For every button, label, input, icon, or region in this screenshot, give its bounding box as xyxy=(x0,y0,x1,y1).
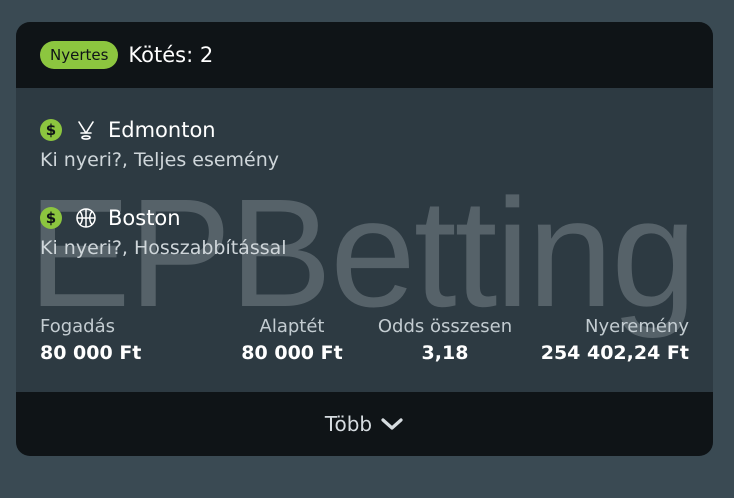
winnings-label: Nyeremény xyxy=(585,316,689,337)
winnings-stat: Nyeremény 254 402,24 Ft xyxy=(541,314,689,366)
total-odds-label: Odds összesen xyxy=(377,316,513,337)
basketball-icon xyxy=(74,206,98,230)
bet-count: Kötés: 2 xyxy=(128,43,214,67)
bet-summary: Fogadás 80 000 Ft Alaptét 80 000 Ft Odds… xyxy=(40,314,689,370)
selection-item: $ Edmonton Ki nyeri?, Teljes esemény xyxy=(40,116,279,174)
stake-stat: Fogadás 80 000 Ft xyxy=(40,314,141,366)
more-label: Több xyxy=(324,412,373,436)
base-stake-label: Alaptét xyxy=(259,316,325,337)
status-badge: Nyertes xyxy=(40,41,119,69)
won-dollar-icon: $ xyxy=(40,207,62,229)
more-button[interactable]: Több xyxy=(325,412,404,436)
bet-slip-footer: Több xyxy=(16,392,713,456)
winnings-value: 254 402,24 Ft xyxy=(540,342,689,364)
base-stake-value: 80 000 Ft xyxy=(241,342,343,364)
ice-hockey-icon xyxy=(74,118,98,142)
team-name: Edmonton xyxy=(108,118,216,142)
won-dollar-icon: $ xyxy=(40,119,62,141)
market-description: Ki nyeri?, Teljes esemény xyxy=(40,149,280,171)
bet-slip-header: Nyertes Kötés: 2 xyxy=(16,22,713,88)
team-name: Boston xyxy=(108,206,181,230)
stake-label: Fogadás xyxy=(40,316,116,337)
stake-value: 80 000 Ft xyxy=(40,342,142,364)
selection-item: $ Boston Ki nyeri?, Hosszabbítással xyxy=(40,204,287,262)
total-odds-value: 3,18 xyxy=(421,342,469,364)
total-odds-stat: Odds összesen 3,18 xyxy=(370,314,520,366)
base-stake-stat: Alaptét 80 000 Ft xyxy=(232,314,352,366)
bet-slip-card: Nyertes Kötés: 2 EPBetting $ Edmonton Ki… xyxy=(16,22,713,456)
market-description: Ki nyeri?, Hosszabbítással xyxy=(40,237,287,259)
bet-slip-body: EPBetting $ Edmonton Ki nyeri?, Teljes e… xyxy=(16,88,713,392)
chevron-down-icon xyxy=(380,416,404,432)
